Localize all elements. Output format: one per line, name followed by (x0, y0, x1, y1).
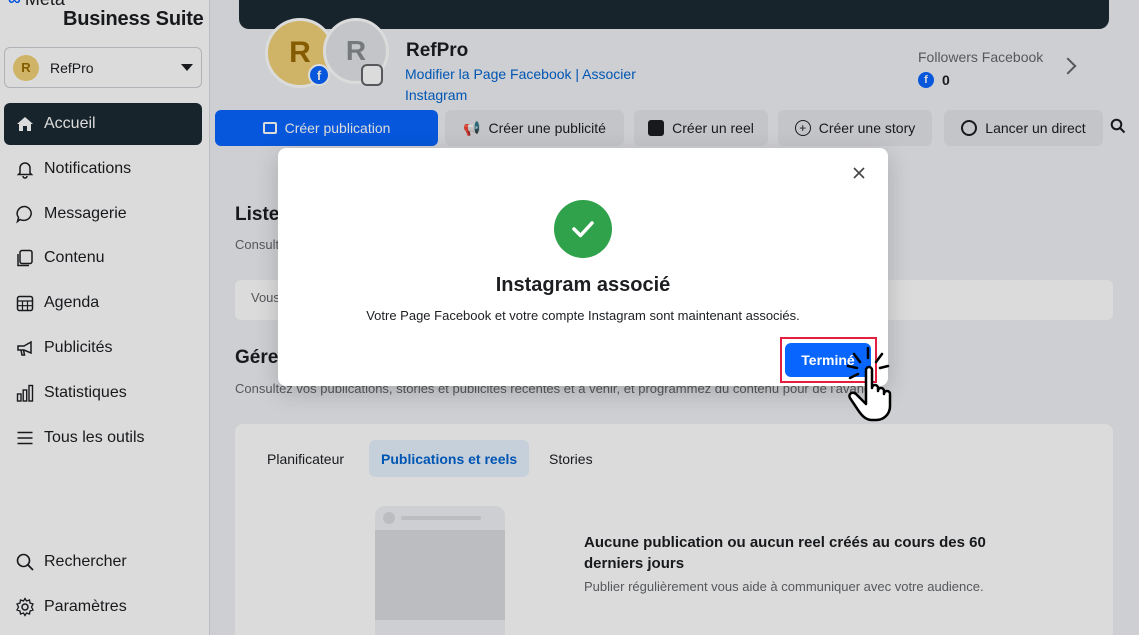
hand-cursor-icon (846, 346, 892, 422)
dialog-title: Instagram associé (495, 274, 671, 296)
close-icon[interactable] (850, 164, 868, 182)
success-dialog: Instagram associé Votre Page Facebook et… (278, 148, 888, 386)
dialog-message: Votre Page Facebook et votre compte Inst… (366, 308, 800, 323)
check-circle-icon (554, 200, 612, 258)
